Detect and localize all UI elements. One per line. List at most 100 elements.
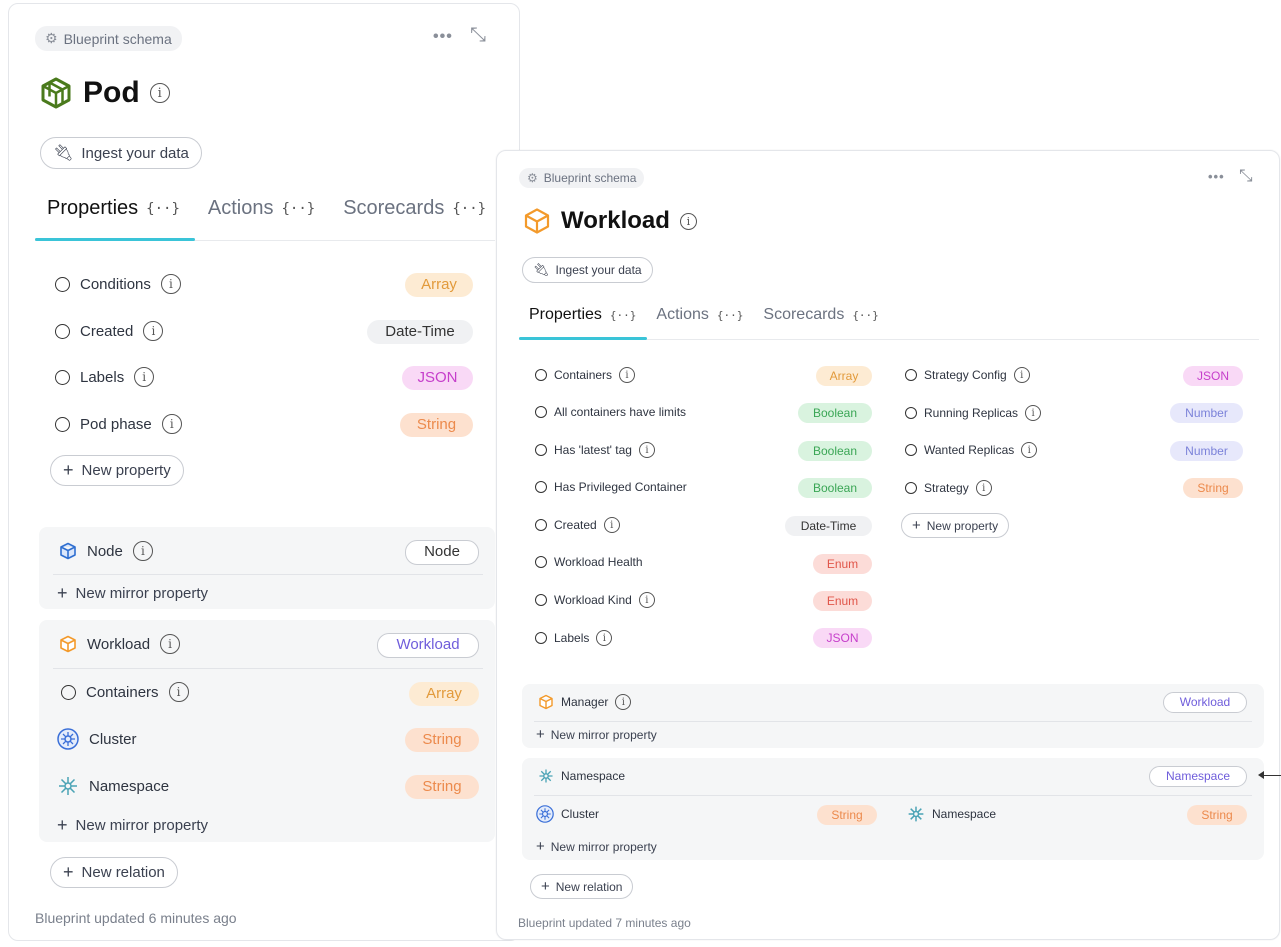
relation-row[interactable]: Manager i (538, 694, 632, 710)
property-row[interactable]: Has 'latest' tag i (535, 442, 655, 458)
tab-scorecards[interactable]: Scorecards {··} (343, 197, 486, 220)
namespace-icon (908, 806, 924, 822)
tab-properties[interactable]: Properties {··} (47, 197, 180, 220)
info-icon[interactable]: i (615, 694, 632, 710)
plus-icon: + (536, 726, 545, 743)
info-icon[interactable]: i (1021, 442, 1038, 458)
property-row[interactable]: Created i (535, 517, 620, 533)
info-icon[interactable]: i (168, 682, 189, 702)
radio-icon (905, 482, 917, 494)
property-row[interactable]: Labels i (535, 630, 613, 646)
more-options-icon[interactable]: ••• (433, 28, 453, 46)
new-relation-button[interactable]: + New relation (530, 874, 634, 899)
collapse-icon[interactable]: ⤡ (470, 24, 486, 47)
new-mirror-property-button[interactable]: + New mirror property (57, 583, 208, 604)
property-row[interactable]: Strategy Config i (905, 367, 1030, 383)
blueprint-schema-chip: ⚙ Blueprint schema (519, 168, 645, 188)
tab-scorecards[interactable]: Scorecards {··} (763, 306, 878, 324)
relation-target-badge[interactable]: Namespace (1149, 766, 1247, 787)
property-name: Labels (80, 368, 125, 386)
property-row[interactable]: Workload Health (535, 555, 643, 569)
tab-actions[interactable]: Actions {··} (208, 197, 315, 220)
property-row[interactable]: All containers have limits (535, 405, 686, 419)
property-row[interactable]: Workload Kind i (535, 592, 655, 608)
radio-icon (55, 323, 70, 339)
new-mirror-label: New mirror property (550, 727, 657, 742)
property-row[interactable]: Conditions i (55, 274, 181, 294)
new-mirror-label: New mirror property (75, 817, 209, 834)
braces-icon: {··} (852, 308, 879, 322)
info-icon[interactable]: i (603, 517, 620, 533)
info-icon[interactable]: i (143, 321, 164, 341)
property-row[interactable]: Labels i (55, 367, 155, 387)
property-name: Strategy (924, 481, 969, 495)
property-name: All containers have limits (554, 405, 687, 419)
property-name: Workload Kind (554, 593, 632, 607)
tab-label: Actions (656, 306, 709, 323)
property-name: Wanted Replicas (924, 443, 1015, 457)
tab-actions[interactable]: Actions {··} (656, 306, 743, 324)
info-icon[interactable]: i (1013, 367, 1030, 383)
info-icon[interactable]: i (134, 367, 155, 387)
property-row[interactable]: Wanted Replicas i (905, 442, 1038, 458)
info-icon[interactable]: i (596, 630, 613, 646)
property-name: Pod phase (80, 415, 152, 433)
relation-name: Workload (87, 635, 151, 653)
mirror-property-row[interactable]: Namespace (907, 805, 996, 823)
relation-row[interactable]: Namespace (538, 768, 625, 784)
info-icon[interactable]: i (1025, 405, 1042, 421)
info-icon[interactable]: i (975, 480, 992, 496)
info-icon[interactable]: i (638, 442, 655, 458)
cube-icon (60, 542, 76, 560)
new-relation-label: New relation (555, 879, 623, 894)
new-relation-button[interactable]: + New relation (50, 857, 178, 888)
info-icon[interactable]: i (161, 414, 182, 434)
relation-row[interactable]: Node i (59, 541, 153, 561)
radio-icon (535, 594, 547, 606)
tab-properties[interactable]: Properties {··} (529, 306, 636, 324)
relation-target-badge[interactable]: Workload (1163, 692, 1247, 713)
mirror-property-row[interactable]: Cluster (57, 728, 137, 750)
ingest-data-button[interactable]: 🔌︎ Ingest your data (522, 257, 653, 283)
property-row[interactable]: Pod phase i (55, 414, 182, 434)
relation-row[interactable]: Workload i (59, 634, 181, 654)
property-row[interactable]: Created i (55, 321, 164, 341)
new-mirror-property-button[interactable]: + New mirror property (57, 815, 208, 836)
type-badge: Boolean (798, 441, 872, 461)
info-icon[interactable]: i (679, 212, 697, 230)
mirror-property-row[interactable]: Containers i (61, 682, 189, 702)
cluster-icon (536, 805, 554, 823)
property-row[interactable]: Has Privileged Container (535, 480, 687, 494)
info-icon[interactable]: i (619, 367, 636, 383)
relation-section-node: Node i Node + New mirror property (39, 527, 495, 609)
new-mirror-property-button[interactable]: + New mirror property (536, 726, 657, 743)
plug-icon: 🔌︎ (53, 145, 74, 162)
info-icon[interactable]: i (149, 83, 170, 103)
last-updated-text: Blueprint updated 6 minutes ago (35, 910, 237, 926)
info-icon[interactable]: i (160, 274, 181, 294)
collapse-icon[interactable]: ⤡ (1239, 166, 1253, 186)
property-row[interactable]: Containers i (535, 367, 636, 383)
mirror-property-name: Cluster (561, 807, 600, 821)
property-row[interactable]: Strategy i (905, 480, 992, 496)
info-icon[interactable]: i (132, 541, 153, 561)
more-options-icon[interactable]: ••• (1208, 169, 1225, 184)
mirror-property-row[interactable]: Cluster (536, 805, 599, 823)
type-badge: JSON (402, 366, 473, 390)
type-badge: Boolean (798, 403, 872, 423)
type-badge: Number (1170, 403, 1243, 423)
ingest-data-button[interactable]: 🔌︎ Ingest your data (40, 137, 202, 169)
property-row[interactable]: Running Replicas i (905, 405, 1042, 421)
mirror-property-row[interactable]: Namespace (57, 775, 169, 797)
info-icon[interactable]: i (160, 634, 181, 654)
braces-icon: {··} (716, 308, 744, 322)
type-badge: String (405, 728, 479, 752)
new-property-button[interactable]: + New property (50, 455, 184, 486)
new-property-button[interactable]: + New property (901, 513, 1010, 538)
relation-target-badge[interactable]: Node (405, 540, 479, 565)
new-mirror-property-button[interactable]: + New mirror property (536, 838, 657, 855)
tab-label: Actions (207, 197, 274, 219)
relation-target-badge[interactable]: Workload (377, 633, 479, 658)
info-icon[interactable]: i (638, 592, 655, 608)
plus-icon: + (536, 838, 545, 855)
